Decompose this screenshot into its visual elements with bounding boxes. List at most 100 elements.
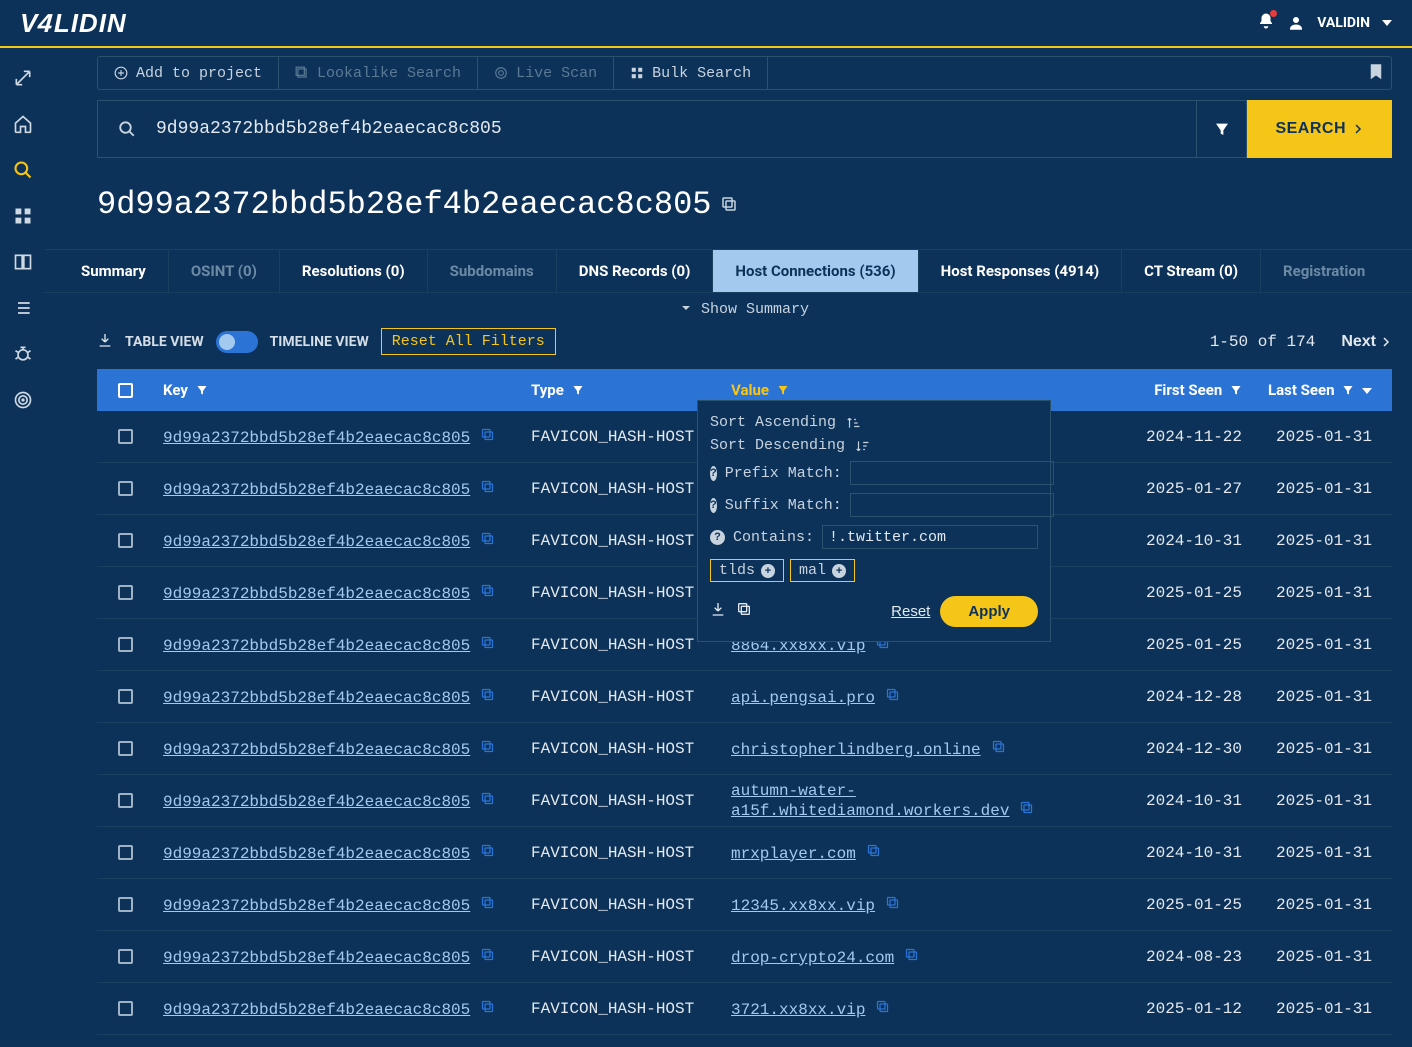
copy-icon[interactable]	[480, 479, 495, 494]
copy-icon[interactable]	[480, 427, 495, 442]
bookmark-icon[interactable]	[1367, 62, 1385, 85]
key-link[interactable]: 9d99a2372bbd5b28ef4b2eaecac8c805	[163, 741, 470, 759]
expand-icon[interactable]	[13, 68, 33, 88]
reset-all-filters-button[interactable]: Reset All Filters	[381, 328, 556, 355]
tab-subdomains[interactable]: Subdomains	[428, 250, 557, 292]
key-link[interactable]: 9d99a2372bbd5b28ef4b2eaecac8c805	[163, 533, 470, 551]
copy-icon[interactable]	[885, 895, 900, 910]
copy-icon[interactable]	[480, 999, 495, 1014]
column-first-seen[interactable]: First Seen	[1102, 381, 1252, 399]
lookalike-search-button[interactable]: Lookalike Search	[279, 57, 478, 89]
key-link[interactable]: 9d99a2372bbd5b28ef4b2eaecac8c805	[163, 793, 470, 811]
tab-registration[interactable]: Registration	[1261, 250, 1387, 292]
copy-icon[interactable]	[480, 687, 495, 702]
search-button[interactable]: SEARCH	[1247, 100, 1392, 158]
grid-icon[interactable]	[13, 206, 33, 226]
row-checkbox[interactable]	[97, 793, 153, 808]
filter-apply-button[interactable]: Apply	[940, 596, 1038, 627]
tab-resolutions[interactable]: Resolutions (0)	[280, 250, 428, 292]
filter-reset-button[interactable]: Reset	[891, 603, 930, 620]
suffix-match-input[interactable]	[850, 493, 1054, 517]
copy-icon[interactable]	[904, 947, 919, 962]
search-icon[interactable]	[13, 160, 33, 180]
key-link[interactable]: 9d99a2372bbd5b28ef4b2eaecac8c805	[163, 897, 470, 915]
copy-icon[interactable]	[480, 635, 495, 650]
panel-icon[interactable]	[13, 252, 33, 272]
select-all-checkbox[interactable]	[97, 383, 153, 398]
search-input[interactable]: 9d99a2372bbd5b28ef4b2eaecac8c805	[97, 100, 1197, 158]
value-link[interactable]: 12345.xx8xx.vip	[731, 897, 875, 915]
contains-input[interactable]	[822, 525, 1038, 549]
key-link[interactable]: 9d99a2372bbd5b28ef4b2eaecac8c805	[163, 845, 470, 863]
tab-host-responses[interactable]: Host Responses (4914)	[919, 250, 1122, 292]
key-link[interactable]: 9d99a2372bbd5b28ef4b2eaecac8c805	[163, 481, 470, 499]
help-icon[interactable]: ?	[710, 530, 725, 545]
help-icon[interactable]: ?	[710, 498, 717, 513]
home-icon[interactable]	[13, 114, 33, 134]
tab-osint[interactable]: OSINT (0)	[169, 250, 280, 292]
value-link[interactable]: 3721.xx8xx.vip	[731, 1001, 865, 1019]
tab-ct-stream[interactable]: CT Stream (0)	[1122, 250, 1261, 292]
row-checkbox[interactable]	[97, 637, 153, 652]
copy-icon[interactable]	[875, 999, 890, 1014]
column-last-seen[interactable]: Last Seen	[1252, 381, 1392, 399]
download-icon[interactable]	[710, 601, 726, 622]
value-link[interactable]: api.pengsai.pro	[731, 689, 875, 707]
copy-icon[interactable]	[480, 843, 495, 858]
row-checkbox[interactable]	[97, 1001, 153, 1016]
tab-host-connections[interactable]: Host Connections (536)	[713, 250, 918, 292]
value-link[interactable]: christopherlindberg.online	[731, 741, 981, 759]
value-link[interactable]: autumn-water-a15f.whitediamond.workers.d…	[731, 782, 1009, 820]
key-link[interactable]: 9d99a2372bbd5b28ef4b2eaecac8c805	[163, 585, 470, 603]
bulk-search-button[interactable]: Bulk Search	[614, 57, 768, 89]
row-checkbox[interactable]	[97, 429, 153, 444]
copy-title-icon[interactable]	[720, 186, 738, 223]
search-filter-button[interactable]	[1197, 100, 1247, 158]
copy-icon[interactable]	[480, 895, 495, 910]
sort-descending-option[interactable]: Sort Descending	[710, 434, 1038, 457]
live-scan-button[interactable]: Live Scan	[478, 57, 614, 89]
chip-mal[interactable]: mal+	[790, 559, 855, 582]
row-checkbox[interactable]	[97, 897, 153, 912]
column-value[interactable]: Value	[721, 381, 1102, 399]
copy-icon[interactable]	[885, 687, 900, 702]
copy-icon[interactable]	[1019, 800, 1034, 815]
value-link[interactable]: mrxplayer.com	[731, 845, 856, 863]
tab-dns[interactable]: DNS Records (0)	[557, 250, 714, 292]
row-checkbox[interactable]	[97, 741, 153, 756]
download-icon[interactable]	[97, 332, 113, 352]
notification-bell-icon[interactable]	[1257, 12, 1275, 34]
value-link[interactable]: drop-crypto24.com	[731, 949, 894, 967]
add-to-project-button[interactable]: Add to project	[98, 57, 279, 89]
row-checkbox[interactable]	[97, 585, 153, 600]
help-icon[interactable]: ?	[710, 466, 717, 481]
target-icon[interactable]	[13, 390, 33, 410]
show-summary-button[interactable]: Show Summary	[97, 293, 1392, 326]
column-type[interactable]: Type	[521, 381, 721, 399]
tab-summary[interactable]: Summary	[59, 250, 169, 292]
key-link[interactable]: 9d99a2372bbd5b28ef4b2eaecac8c805	[163, 949, 470, 967]
bug-icon[interactable]	[13, 344, 33, 364]
row-checkbox[interactable]	[97, 949, 153, 964]
column-key[interactable]: Key	[153, 381, 521, 399]
copy-icon[interactable]	[480, 791, 495, 806]
row-checkbox[interactable]	[97, 481, 153, 496]
pagination-next[interactable]: Next	[1341, 333, 1392, 351]
chip-tlds[interactable]: tlds+	[710, 559, 784, 582]
prefix-match-input[interactable]	[850, 461, 1054, 485]
list-icon[interactable]	[13, 298, 33, 318]
copy-icon[interactable]	[866, 843, 881, 858]
key-link[interactable]: 9d99a2372bbd5b28ef4b2eaecac8c805	[163, 429, 470, 447]
copy-icon[interactable]	[480, 583, 495, 598]
copy-icon[interactable]	[736, 601, 752, 622]
view-toggle[interactable]	[216, 331, 258, 353]
copy-icon[interactable]	[991, 739, 1006, 754]
row-checkbox[interactable]	[97, 533, 153, 548]
key-link[interactable]: 9d99a2372bbd5b28ef4b2eaecac8c805	[163, 1001, 470, 1019]
key-link[interactable]: 9d99a2372bbd5b28ef4b2eaecac8c805	[163, 637, 470, 655]
user-menu[interactable]: VALIDIN	[1257, 12, 1392, 34]
row-checkbox[interactable]	[97, 689, 153, 704]
sort-ascending-option[interactable]: Sort Ascending	[710, 411, 1038, 434]
key-link[interactable]: 9d99a2372bbd5b28ef4b2eaecac8c805	[163, 689, 470, 707]
copy-icon[interactable]	[480, 739, 495, 754]
